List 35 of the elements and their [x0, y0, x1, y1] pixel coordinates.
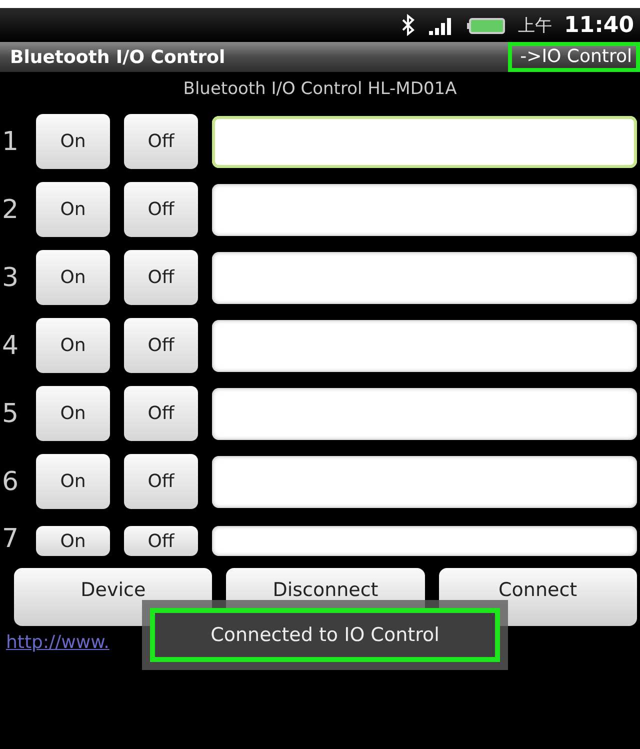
channel-number: 4	[1, 330, 20, 360]
input-field[interactable]	[212, 116, 637, 168]
off-button[interactable]: Off	[124, 250, 198, 305]
connected-device-label: ->IO Control	[508, 42, 640, 72]
off-button[interactable]: Off	[124, 114, 198, 169]
channel-number: 7	[1, 524, 20, 554]
channel-number: 3	[1, 262, 20, 292]
input-field[interactable]	[212, 526, 637, 556]
subtitle: Bluetooth I/O Control HL-MD01A	[183, 79, 457, 99]
input-field[interactable]	[212, 184, 637, 236]
bluetooth-icon	[400, 13, 416, 37]
off-button[interactable]: Off	[124, 526, 198, 556]
off-button[interactable]: Off	[124, 454, 198, 509]
off-button[interactable]: Off	[124, 386, 198, 441]
input-field[interactable]	[212, 456, 637, 508]
on-button[interactable]: On	[36, 182, 110, 237]
channel-number: 5	[1, 398, 20, 428]
channel-number: 2	[1, 194, 20, 224]
website-link[interactable]: http://www.	[6, 632, 110, 653]
channel-number: 6	[1, 466, 20, 496]
off-button[interactable]: Off	[124, 182, 198, 237]
input-field[interactable]	[212, 252, 637, 304]
channel-number: 1	[1, 126, 20, 156]
on-button[interactable]: On	[36, 386, 110, 441]
on-button[interactable]: On	[36, 114, 110, 169]
on-button[interactable]: On	[36, 454, 110, 509]
am-pm-label: 上午	[518, 14, 552, 36]
on-button[interactable]: On	[36, 526, 110, 556]
input-field[interactable]	[212, 320, 637, 372]
off-button[interactable]: Off	[124, 318, 198, 373]
on-button[interactable]: On	[36, 318, 110, 373]
input-field[interactable]	[212, 388, 637, 440]
on-button[interactable]: On	[36, 250, 110, 305]
app-title: Bluetooth I/O Control	[10, 46, 226, 68]
clock-time: 11:40	[564, 12, 634, 38]
